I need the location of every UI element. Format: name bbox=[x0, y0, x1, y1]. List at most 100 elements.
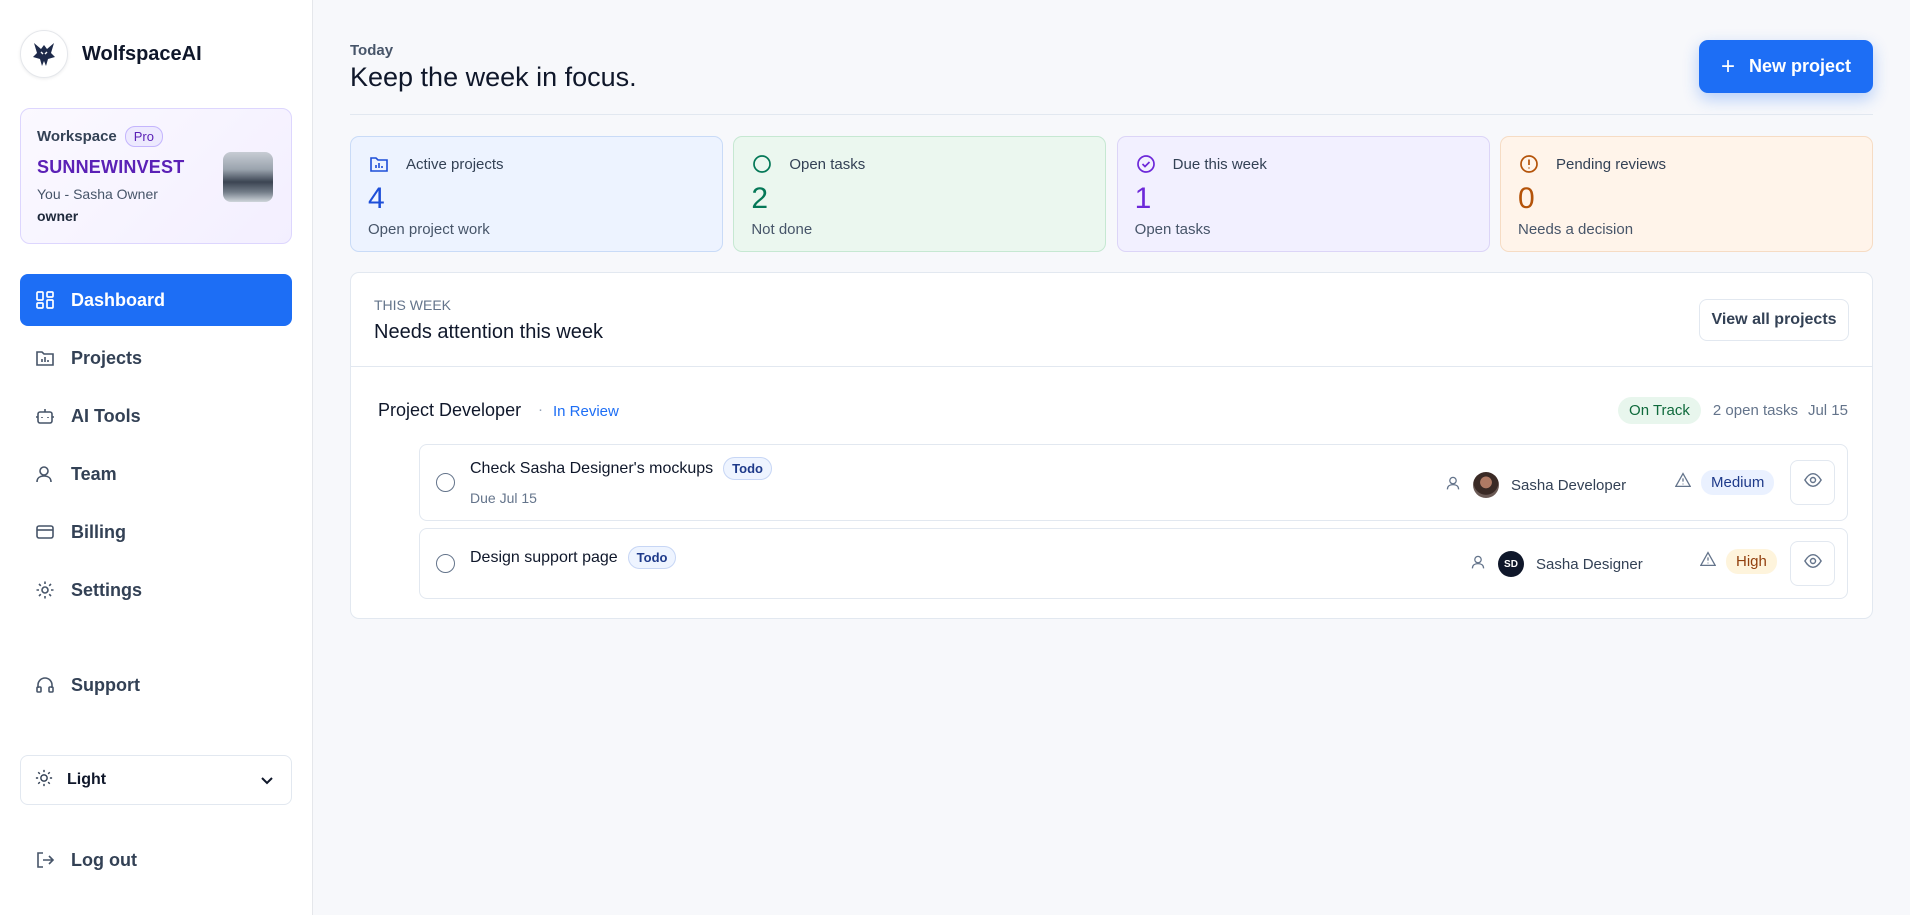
logout-icon bbox=[34, 849, 56, 871]
stat-subtitle: Open project work bbox=[368, 221, 490, 238]
stat-card-active-projects[interactable]: Active projects 4 Open project work bbox=[350, 136, 723, 252]
logout-section: Log out bbox=[20, 834, 292, 892]
brand-name: WolfspaceAI bbox=[82, 42, 202, 65]
sidebar-item-settings[interactable]: Settings bbox=[20, 564, 292, 616]
panel-kicker: THIS WEEK bbox=[374, 297, 452, 313]
stat-card-due-this-week[interactable]: Due this week 1 Open tasks bbox=[1116, 136, 1490, 252]
project-due-date: Jul 15 bbox=[1807, 402, 1848, 419]
panel-title: Needs attention this week bbox=[374, 321, 604, 343]
separator: · bbox=[538, 401, 543, 418]
sidebar: WolfspaceAI Workspace Pro SUNNEWINVEST Y… bbox=[0, 0, 313, 915]
check-circle-icon bbox=[1135, 153, 1157, 175]
new-project-label: New project bbox=[1748, 56, 1852, 76]
chevron-down-icon bbox=[259, 772, 275, 793]
sidebar-item-ai-tools[interactable]: AI Tools bbox=[20, 390, 292, 442]
workspace-label: Workspace bbox=[37, 128, 117, 145]
sidebar-item-projects[interactable]: Projects bbox=[20, 332, 292, 384]
sidebar-item-label: Settings bbox=[71, 579, 143, 600]
credit-card-icon bbox=[34, 521, 56, 543]
dashboard-icon bbox=[34, 289, 56, 311]
brand[interactable]: WolfspaceAI bbox=[20, 30, 202, 78]
workspace-image bbox=[223, 152, 273, 202]
view-task-button[interactable] bbox=[1790, 541, 1835, 586]
workspace-card[interactable]: Workspace Pro SUNNEWINVEST You - Sasha O… bbox=[20, 108, 292, 244]
stat-value: 1 bbox=[1134, 182, 1152, 215]
sidebar-item-label: Billing bbox=[71, 521, 126, 542]
stat-subtitle: Needs a decision bbox=[1517, 221, 1634, 238]
sidebar-item-team[interactable]: Team bbox=[20, 448, 292, 500]
sidebar-item-label: AI Tools bbox=[71, 405, 141, 426]
new-project-button[interactable]: + New project bbox=[1699, 40, 1873, 93]
main-content: Today Keep the week in focus. + New proj… bbox=[350, 0, 1873, 915]
view-all-projects-button[interactable]: View all projects bbox=[1699, 299, 1849, 341]
theme-select-value: Light bbox=[67, 771, 107, 788]
sidebar-item-label: Dashboard bbox=[71, 289, 166, 310]
project-status: In Review bbox=[553, 403, 619, 420]
alert-circle-icon bbox=[1518, 153, 1540, 175]
stat-subtitle: Not done bbox=[751, 221, 813, 238]
page-title: Keep the week in focus. bbox=[350, 62, 637, 92]
logout-button[interactable]: Log out bbox=[20, 834, 292, 886]
stat-value: 0 bbox=[1517, 182, 1535, 215]
stat-title: Active projects bbox=[406, 155, 504, 173]
stat-value: 4 bbox=[368, 182, 385, 215]
circle-icon bbox=[751, 153, 773, 175]
user-icon bbox=[1445, 475, 1461, 495]
header-divider bbox=[350, 114, 1873, 115]
avatar: SD bbox=[1498, 551, 1524, 577]
task-status-badge: Todo bbox=[723, 457, 772, 480]
stats-row: Active projects 4 Open project work Open… bbox=[350, 136, 1873, 252]
wolf-logo-icon bbox=[20, 30, 68, 78]
assignee-name: Sasha Developer bbox=[1511, 476, 1627, 494]
assignee-name: Sasha Designer bbox=[1536, 555, 1643, 573]
stat-card-pending-reviews[interactable]: Pending reviews 0 Needs a decision bbox=[1499, 136, 1873, 252]
stat-card-open-tasks[interactable]: Open tasks 2 Not done bbox=[733, 136, 1107, 252]
sidebar-nav: Dashboard Projects AI Tools Team Billing bbox=[20, 274, 292, 622]
stat-title: Open tasks bbox=[789, 155, 866, 173]
warning-icon bbox=[1699, 551, 1717, 572]
avatar bbox=[1473, 472, 1499, 498]
task-checkbox[interactable] bbox=[436, 473, 455, 492]
folder-icon bbox=[34, 347, 56, 369]
gear-icon bbox=[34, 579, 56, 601]
task-row[interactable]: Design support page Todo SD Sasha Design… bbox=[419, 528, 1848, 599]
eye-icon bbox=[1803, 471, 1822, 494]
sidebar-item-billing[interactable]: Billing bbox=[20, 506, 292, 558]
eye-icon bbox=[1803, 552, 1822, 575]
support-section: Support bbox=[20, 659, 292, 717]
task-due-date: Due Jul 15 bbox=[470, 490, 537, 506]
stat-title: Due this week bbox=[1172, 155, 1267, 173]
project-row[interactable]: Project Developer · In Review On Track 2… bbox=[378, 396, 1848, 426]
task-assignee[interactable]: SD Sasha Designer bbox=[1470, 551, 1643, 577]
user-icon bbox=[34, 463, 56, 485]
stat-value: 2 bbox=[751, 182, 769, 215]
workspace-role: owner bbox=[37, 208, 79, 224]
theme-select[interactable]: Light bbox=[20, 755, 292, 805]
logout-label: Log out bbox=[71, 849, 137, 870]
stat-title: Pending reviews bbox=[1555, 155, 1667, 173]
priority-badge: Medium bbox=[1701, 470, 1775, 495]
sun-icon bbox=[35, 769, 53, 792]
sidebar-item-label: Support bbox=[71, 674, 140, 695]
project-health-badge: On Track bbox=[1618, 397, 1701, 424]
headset-icon bbox=[34, 674, 56, 696]
task-priority: Medium bbox=[1674, 470, 1775, 495]
task-title: Check Sasha Designer's mockups bbox=[470, 459, 714, 477]
sidebar-item-label: Projects bbox=[71, 347, 143, 368]
view-task-button[interactable] bbox=[1790, 460, 1835, 505]
task-assignee[interactable]: Sasha Developer bbox=[1445, 472, 1626, 498]
plan-badge: Pro bbox=[124, 126, 163, 147]
plus-icon: + bbox=[1720, 52, 1735, 80]
sidebar-item-dashboard[interactable]: Dashboard bbox=[20, 274, 292, 326]
sidebar-item-support[interactable]: Support bbox=[20, 659, 292, 711]
project-open-tasks: 2 open tasks bbox=[1712, 402, 1798, 419]
stat-subtitle: Open tasks bbox=[1134, 221, 1211, 238]
warning-icon bbox=[1674, 472, 1692, 493]
task-status-badge: Todo bbox=[627, 546, 677, 569]
task-row[interactable]: Check Sasha Designer's mockups Todo Due … bbox=[419, 444, 1848, 521]
page-kicker: Today bbox=[350, 42, 394, 59]
task-priority: High bbox=[1699, 549, 1777, 574]
task-title: Design support page bbox=[470, 548, 618, 566]
sidebar-item-label: Team bbox=[71, 463, 117, 484]
task-checkbox[interactable] bbox=[436, 554, 455, 573]
